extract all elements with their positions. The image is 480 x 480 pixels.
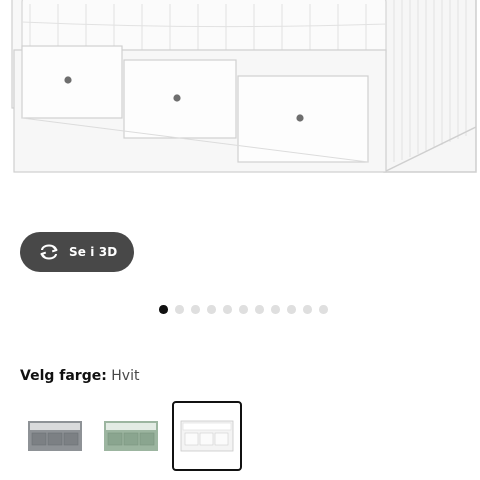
view-3d-label: Se i 3D	[69, 245, 118, 259]
carousel-dot[interactable]	[175, 305, 184, 314]
daybed-grey-thumbnail	[28, 421, 82, 451]
daybed-image	[11, 0, 477, 173]
carousel-dot[interactable]	[271, 305, 280, 314]
carousel-dot[interactable]	[191, 305, 200, 314]
selected-color-value: Hvit	[111, 368, 140, 384]
color-swatch-grey[interactable]	[20, 401, 90, 471]
view-3d-button[interactable]: Se i 3D	[20, 232, 134, 272]
carousel-dot[interactable]	[303, 305, 312, 314]
daybed-green-thumbnail	[104, 421, 158, 451]
carousel-dot[interactable]	[255, 305, 264, 314]
carousel-dot[interactable]	[287, 305, 296, 314]
rotate-3d-icon	[38, 243, 60, 261]
color-selection-heading: Velg farge: Hvit	[20, 368, 139, 384]
carousel-dot[interactable]	[223, 305, 232, 314]
carousel-dot[interactable]	[159, 305, 168, 314]
product-page: Se i 3D Velg farge: Hvit	[0, 0, 480, 480]
carousel-pagination	[159, 305, 328, 314]
carousel-dot[interactable]	[239, 305, 248, 314]
carousel-dot[interactable]	[319, 305, 328, 314]
daybed-white-thumbnail	[180, 420, 234, 452]
product-image[interactable]	[0, 0, 480, 185]
carousel-dot[interactable]	[207, 305, 216, 314]
color-swatch-white[interactable]	[172, 401, 242, 471]
color-label: Velg farge:	[20, 368, 107, 384]
color-swatch-green[interactable]	[96, 401, 166, 471]
